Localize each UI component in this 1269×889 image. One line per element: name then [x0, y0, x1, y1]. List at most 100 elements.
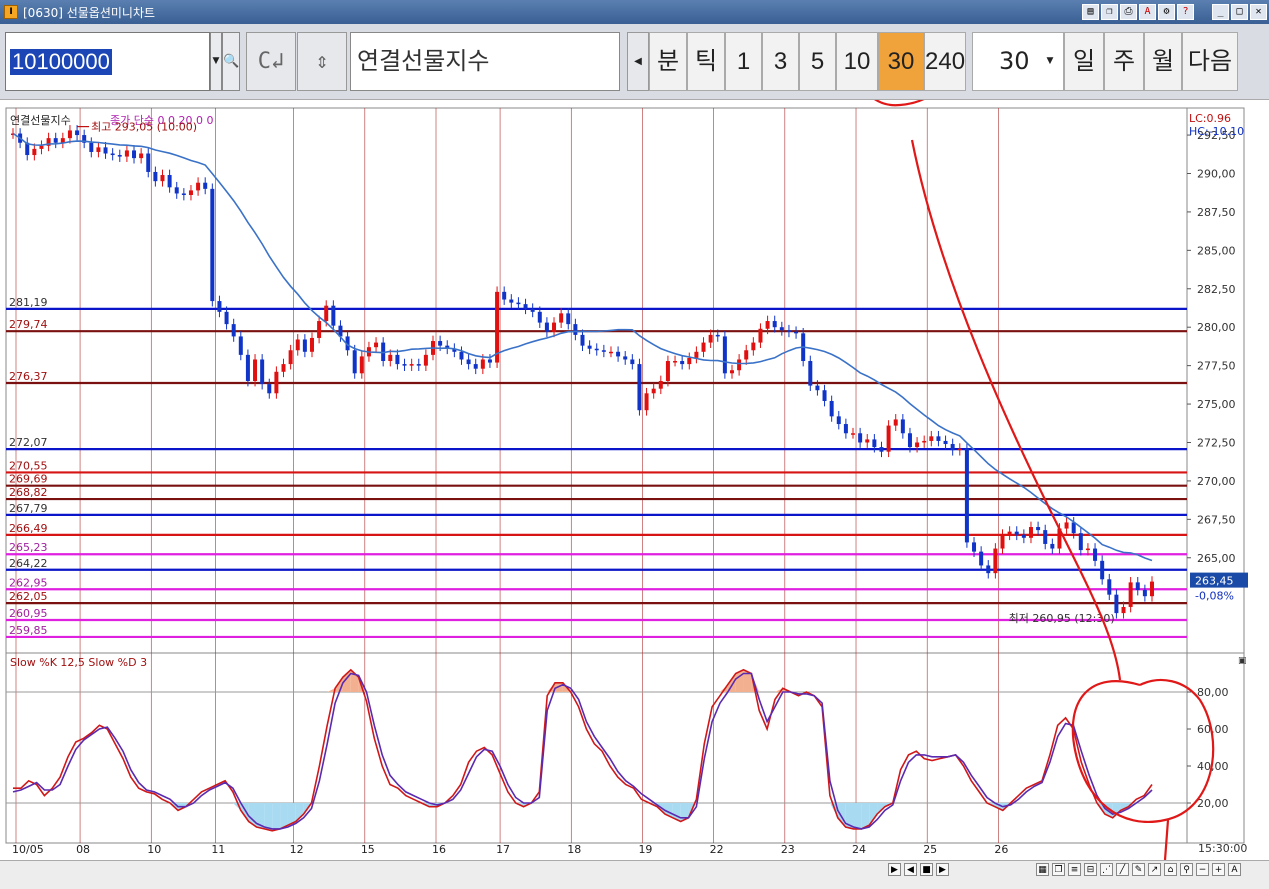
trend-icon[interactable]: ╱ [1116, 863, 1129, 876]
range-button-2[interactable]: 월 [1144, 32, 1182, 91]
level-label: 265,23 [9, 541, 48, 554]
period-select-value: 30 [999, 47, 1030, 75]
candle-body [786, 330, 791, 332]
x-axis-label: 18 [567, 843, 581, 856]
maximize-icon[interactable]: □ [1231, 4, 1248, 20]
list-icon[interactable]: ≡ [1068, 863, 1081, 876]
index-name-field[interactable]: 연결선물지수 [350, 32, 620, 91]
scroll-right-icon[interactable]: ▶ [888, 863, 901, 876]
period-select[interactable]: 30 ▼ [972, 32, 1064, 91]
candle-body [75, 130, 80, 136]
candle-body [459, 351, 464, 360]
candle-body [210, 188, 215, 302]
y-tick-label: 285,00 [1197, 244, 1236, 257]
range-button-3[interactable]: 다음 [1182, 32, 1238, 91]
candle-body [836, 416, 841, 425]
arrow-icon[interactable]: ↗ [1148, 863, 1161, 876]
candle-body [701, 342, 706, 352]
period-button-6[interactable]: 30 [878, 32, 924, 91]
period-button-2[interactable]: 1 [725, 32, 762, 91]
layout-icon[interactable]: ▤ [1082, 4, 1099, 20]
x-axis-label: 10 [147, 843, 161, 856]
candle-body [153, 171, 158, 182]
candle-body [865, 439, 870, 443]
candle-body [374, 342, 379, 348]
close-icon[interactable]: ✕ [1250, 4, 1267, 20]
price-pane [5, 107, 1245, 654]
candle-body [779, 327, 784, 331]
candle-body [879, 447, 884, 452]
level-label: 270,55 [9, 459, 48, 472]
copy-icon[interactable]: ❐ [1101, 4, 1118, 20]
minimize-icon[interactable]: _ [1212, 4, 1229, 20]
chart-area[interactable]: 10/05 08 10 11 12 15 16 17 18 19 22 23 24 25 26 292,50 2… [0, 100, 1269, 889]
hc-label: HC:-10.10 [1189, 125, 1244, 138]
zoom-out-icon[interactable]: − [1196, 863, 1209, 876]
candle-body [409, 364, 414, 366]
play-icon[interactable]: ▶ [936, 863, 949, 876]
candle-body [1050, 543, 1055, 549]
split-icon[interactable]: ⊟ [1084, 863, 1097, 876]
candle-body [181, 193, 186, 196]
range-buttons: 일 주 월 다음 [1064, 32, 1238, 91]
chart-canvas[interactable]: 10/05 08 10 11 12 15 16 17 18 19 22 23 24 25 26292,502… [0, 100, 1269, 889]
period-scroll-left-icon[interactable]: ◀ [627, 32, 649, 91]
candle-body [979, 551, 984, 566]
zoom-in-icon[interactable]: + [1212, 863, 1225, 876]
code-input[interactable]: 10100000 [5, 32, 210, 91]
code-value: 10100000 [10, 49, 112, 75]
x-axis-label: 12 [290, 843, 304, 856]
period-button-7[interactable]: 240 [924, 32, 966, 91]
period-button-4[interactable]: 5 [799, 32, 836, 91]
home-icon[interactable]: ⌂ [1164, 863, 1177, 876]
search-icon[interactable]: 🔍 [222, 32, 240, 91]
candle-body [1000, 534, 1005, 549]
period-button-0[interactable]: 분 [649, 32, 687, 91]
stoch-y-tick-label: 20,00 [1197, 797, 1229, 810]
range-button-0[interactable]: 일 [1064, 32, 1104, 91]
level-label: 276,37 [9, 370, 48, 383]
candle-body [53, 138, 58, 143]
chart-bottom-toolbar: ▶ ◀ ■ ▶ ▦ ❐ ≡ ⊟ ⋰ ╱ ✎ ↗ ⌂ ⚲ − + A [0, 860, 1269, 889]
candle-body [772, 321, 777, 328]
candle-body [829, 400, 834, 417]
up-down-arrows-icon[interactable]: ⇕ [297, 32, 347, 91]
x-axis-label: 26 [994, 843, 1008, 856]
candle-body [1121, 606, 1126, 614]
stop-icon[interactable]: ■ [920, 863, 933, 876]
period-button-5[interactable]: 10 [836, 32, 878, 91]
auto-scale-icon[interactable]: A [1228, 863, 1241, 876]
window-icon[interactable]: ❐ [1052, 863, 1065, 876]
pattern-icon[interactable]: ⋰ [1100, 863, 1113, 876]
level-label: 272,07 [9, 436, 48, 449]
grid-icon[interactable]: ▦ [1036, 863, 1049, 876]
candle-body [132, 150, 137, 159]
candle-body [637, 364, 642, 411]
draw-icon[interactable]: ✎ [1132, 863, 1145, 876]
y-tick-label: 267,50 [1197, 513, 1236, 526]
candle-body [751, 342, 756, 351]
candle-body [872, 439, 877, 448]
candle-body [103, 147, 108, 154]
config-icon[interactable]: ⚙ [1158, 4, 1175, 20]
help-icon[interactable]: ? [1177, 4, 1194, 20]
candle-body [1150, 581, 1154, 597]
candle-body [665, 361, 670, 381]
print-icon[interactable]: ⎙ [1120, 4, 1137, 20]
range-button-1[interactable]: 주 [1104, 32, 1144, 91]
candle-body [1036, 527, 1041, 531]
candle-body [196, 182, 201, 191]
code-dropdown-icon[interactable]: ▼ [210, 32, 222, 91]
period-button-1[interactable]: 틱 [687, 32, 725, 91]
current-price-change: -0,08% [1195, 590, 1234, 603]
period-button-3[interactable]: 3 [762, 32, 799, 91]
play-back-icon[interactable]: ◀ [904, 863, 917, 876]
refresh-icon[interactable]: C↲ [246, 32, 296, 91]
level-label: 266,49 [9, 522, 48, 535]
candle-body [929, 436, 934, 441]
current-price-value: 263,45 [1195, 575, 1234, 588]
candle-body [943, 440, 948, 445]
font-icon[interactable]: A [1139, 4, 1156, 20]
stoch-y-tick-label: 80,00 [1197, 686, 1229, 699]
zoom-icon[interactable]: ⚲ [1180, 863, 1193, 876]
